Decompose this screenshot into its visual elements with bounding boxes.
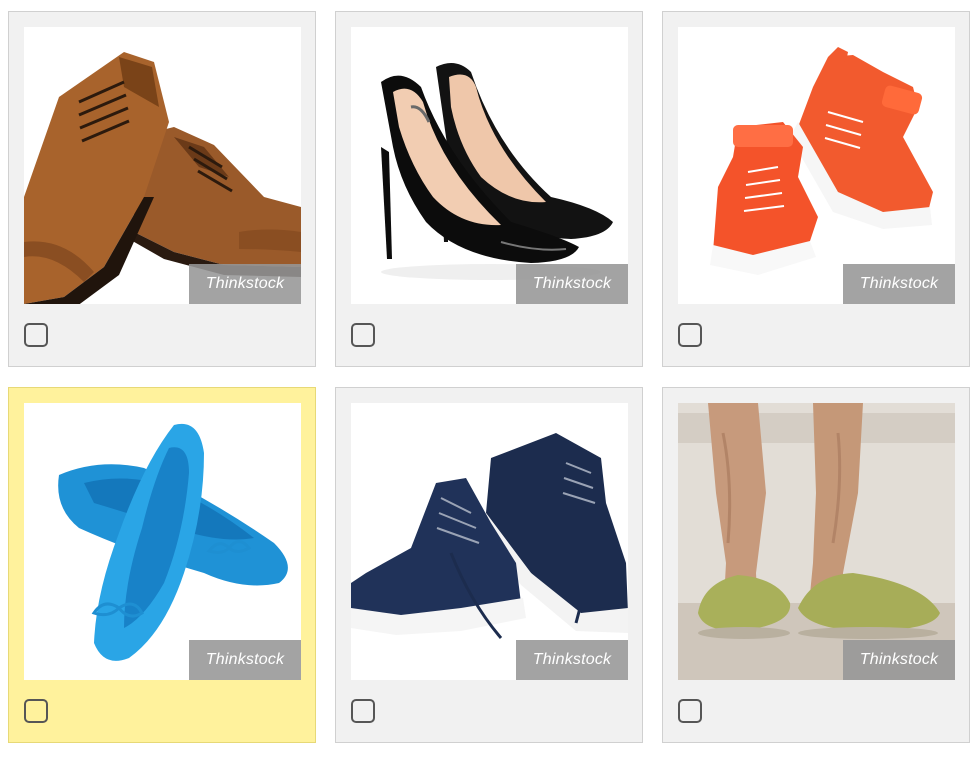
- image-tile-orange-sneakers[interactable]: Thinkstock: [662, 11, 970, 367]
- image-tile-brown-oxfords[interactable]: Thinkstock: [8, 11, 316, 367]
- green-fuzzy-slippers-image: Thinkstock: [678, 403, 955, 680]
- image-tile-blue-flats[interactable]: Thinkstock: [8, 387, 316, 743]
- select-checkbox[interactable]: [24, 699, 48, 723]
- photo-credit: Thinkstock: [516, 640, 628, 680]
- select-checkbox[interactable]: [24, 323, 48, 347]
- image-tile-green-slippers[interactable]: Thinkstock: [662, 387, 970, 743]
- select-checkbox[interactable]: [351, 699, 375, 723]
- image-tile-black-heels[interactable]: Thinkstock: [335, 11, 643, 367]
- navy-suede-sneakers-image: Thinkstock: [351, 403, 628, 680]
- select-checkbox[interactable]: [678, 323, 702, 347]
- brown-oxford-shoes-image: Thinkstock: [24, 27, 301, 304]
- image-tile-navy-sneakers[interactable]: Thinkstock: [335, 387, 643, 743]
- photo-credit: Thinkstock: [189, 640, 301, 680]
- blue-ballet-flats-image: Thinkstock: [24, 403, 301, 680]
- photo-credit: Thinkstock: [843, 264, 955, 304]
- photo-credit: Thinkstock: [189, 264, 301, 304]
- select-checkbox[interactable]: [678, 699, 702, 723]
- select-checkbox[interactable]: [351, 323, 375, 347]
- orange-high-top-sneakers-image: Thinkstock: [678, 27, 955, 304]
- photo-credit: Thinkstock: [516, 264, 628, 304]
- photo-credit: Thinkstock: [843, 640, 955, 680]
- black-stiletto-heels-image: Thinkstock: [351, 27, 628, 304]
